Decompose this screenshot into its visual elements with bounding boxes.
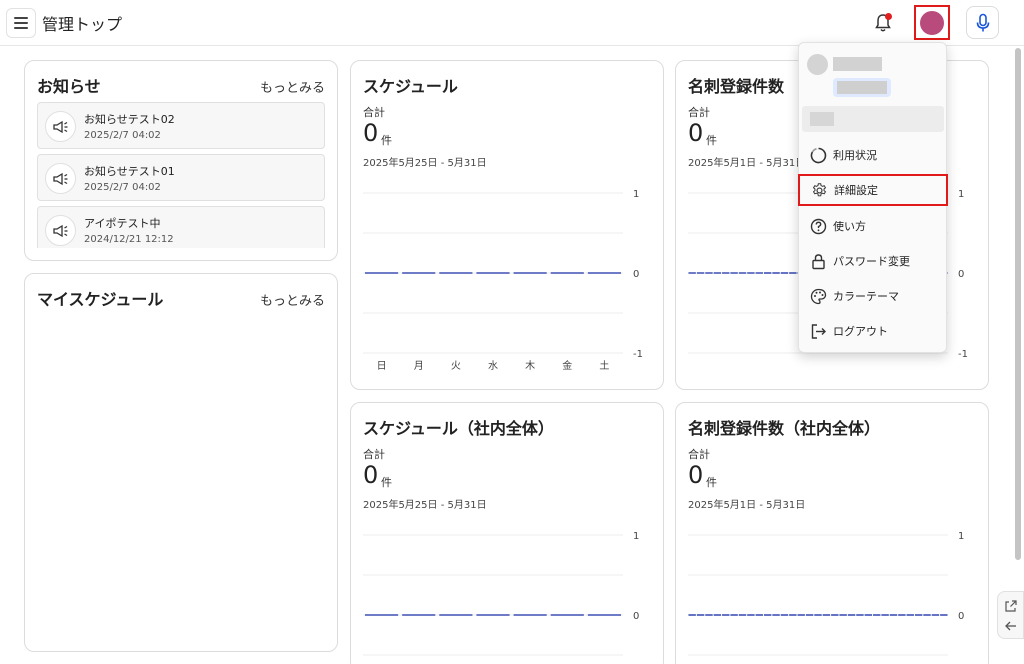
notices-more-link[interactable]: もっとみる <box>260 77 325 96</box>
microphone-icon <box>976 13 989 31</box>
y-tick-label: 1 <box>633 531 639 542</box>
help-icon <box>809 217 827 235</box>
notice-date: 2025/2/7 04:02 <box>84 182 161 193</box>
menu-icon-bar <box>14 22 28 24</box>
megaphone-icon <box>45 215 76 246</box>
y-tick-label: 0 <box>633 269 639 280</box>
notice-date: 2025/2/7 04:02 <box>84 130 161 141</box>
y-tick-label: 0 <box>958 611 964 622</box>
menu-item-logout[interactable]: ログアウト <box>799 315 948 347</box>
notices-card: お知らせ もっとみる お知らせテスト02 2025/2/7 04:02 お知らせ… <box>24 60 338 261</box>
hamburger-menu-button[interactable] <box>6 8 36 38</box>
menu-item-how-to-use[interactable]: 使い方 <box>799 210 948 242</box>
megaphone-icon <box>45 163 76 194</box>
arrow-left-icon[interactable] <box>1004 619 1018 633</box>
x-tick-label: 水 <box>488 360 498 372</box>
x-tick-label: 日 <box>377 361 387 372</box>
menu-item-label: 利用状況 <box>833 149 877 162</box>
y-tick-label: 0 <box>958 269 964 280</box>
my-schedule-title: マイスケジュール <box>37 290 164 309</box>
gear-icon <box>810 181 828 199</box>
menu-item-label: パスワード変更 <box>833 255 910 268</box>
notice-date: 2024/12/21 12:12 <box>84 234 174 245</box>
user-menu-dropdown: 利用状況 詳細設定 使い方 パスワード変更 カラーテーマ ログアウト <box>798 42 948 353</box>
page-scrollbar[interactable] <box>1015 48 1021 560</box>
menu-icon-bar <box>14 27 28 29</box>
notice-title: アイポテスト中 <box>84 217 161 230</box>
avatar <box>920 10 944 35</box>
user-org-redacted <box>810 112 834 126</box>
menu-item-label: カラーテーマ <box>833 290 899 303</box>
x-tick-label: 月 <box>414 360 424 372</box>
user-name-redacted <box>833 57 882 71</box>
schedule-card: スケジュール 合計 0 件 2025年5月25日 - 5月31日 1 0 -1 日月火… <box>350 60 664 390</box>
notice-item[interactable]: アイポテスト中 2024/12/21 12:12 <box>37 206 325 248</box>
menu-item-label: 使い方 <box>833 220 866 233</box>
menu-item-label: 詳細設定 <box>834 184 878 197</box>
user-role-badge <box>833 78 891 97</box>
palette-icon <box>809 287 827 305</box>
side-floating-panel <box>997 591 1024 639</box>
menu-item-usage[interactable]: 利用状況 <box>799 139 948 171</box>
menu-item-color-theme[interactable]: カラーテーマ <box>799 280 948 312</box>
schedule-chart: 1 0 -1 日 月 火 水 木 金 土 <box>363 189 643 372</box>
menu-icon-bar <box>14 17 28 19</box>
notices-title: お知らせ <box>37 77 101 96</box>
page-title: 管理トップ <box>42 15 123 34</box>
y-tick-label: 0 <box>633 611 639 622</box>
x-tick-label: 金 <box>562 359 572 372</box>
card-count-company-chart: 10 <box>688 531 964 656</box>
y-tick-label: 1 <box>958 531 964 542</box>
my-schedule-more-link[interactable]: もっとみる <box>260 290 325 309</box>
logout-icon <box>809 322 827 340</box>
voice-input-button[interactable] <box>966 6 999 39</box>
menu-item-change-password[interactable]: パスワード変更 <box>799 245 948 277</box>
x-tick-label: 土 <box>599 359 609 372</box>
avatar <box>807 54 828 75</box>
megaphone-icon <box>45 111 76 142</box>
usage-icon <box>809 146 827 164</box>
user-avatar-button[interactable] <box>914 5 950 40</box>
y-tick-label: 1 <box>958 189 964 200</box>
y-tick-label: -1 <box>633 349 643 360</box>
y-tick-label: -1 <box>958 349 968 360</box>
top-header: 管理トップ <box>0 0 1024 46</box>
my-schedule-card: マイスケジュール もっとみる <box>24 273 338 652</box>
notice-title: お知らせテスト02 <box>84 113 175 126</box>
notice-title: お知らせテスト01 <box>84 165 175 178</box>
menu-item-label: ログアウト <box>833 325 888 338</box>
lock-icon <box>809 252 827 270</box>
schedule-company-chart: 10 <box>363 531 639 656</box>
user-role-redacted <box>837 81 887 94</box>
card-count-company-card: 名刺登録件数（社内全体） 合計 0 件 2025年5月1日 - 5月31日 10 <box>675 402 989 664</box>
x-tick-label: 火 <box>451 360 461 372</box>
notice-item[interactable]: お知らせテスト01 2025/2/7 04:02 <box>37 154 325 201</box>
x-tick-label: 木 <box>525 360 535 372</box>
menu-item-advanced-settings[interactable]: 詳細設定 <box>798 174 948 206</box>
notification-dot <box>885 13 892 20</box>
open-external-icon[interactable] <box>1004 599 1018 613</box>
schedule-company-card: スケジュール（社内全体） 合計 0 件 2025年5月25日 - 5月31日 1… <box>350 402 664 664</box>
y-tick-label: 1 <box>633 189 639 200</box>
notice-item[interactable]: お知らせテスト02 2025/2/7 04:02 <box>37 102 325 149</box>
user-org-box <box>802 106 944 132</box>
notices-list: お知らせテスト02 2025/2/7 04:02 お知らせテスト01 2025/… <box>37 102 325 248</box>
